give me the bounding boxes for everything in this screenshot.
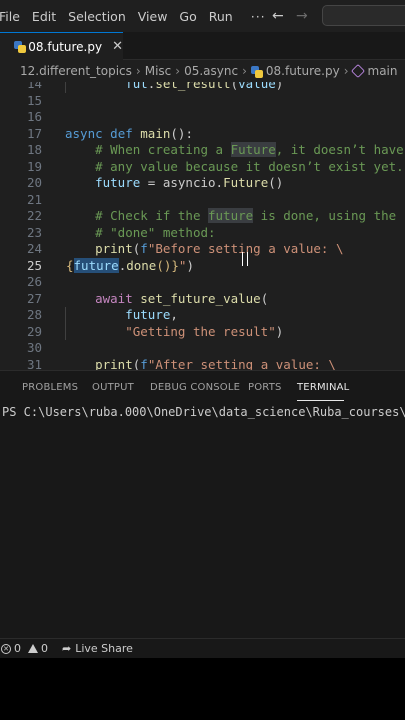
line-number: 15 [26, 92, 42, 108]
close-icon[interactable]: ✕ [112, 39, 123, 54]
tab-debug-console[interactable]: DEBUG CONSOLE [150, 382, 240, 393]
code-text: async def main(): [65, 125, 193, 141]
code-line[interactable]: 27 await set_future_value( [0, 291, 405, 308]
terminal-prompt[interactable]: PS C:\Users\ruba.000\OneDrive\data_scien… [2, 405, 405, 419]
code-text: # When creating a Future, it doesn’t hav… [95, 142, 404, 157]
code-line[interactable]: 16 [0, 109, 405, 126]
line-number: 17 [26, 125, 42, 141]
line-number: 25 [26, 257, 42, 273]
command-center-search[interactable] [322, 5, 405, 26]
letterbox-bottom [0, 658, 405, 720]
menu-edit[interactable]: Edit [32, 9, 64, 24]
code-editor[interactable]: 14 fut.set_result(value) 15 16 17 async def … [0, 82, 405, 370]
active-tab-indicator [297, 400, 344, 401]
line-number: 24 [26, 241, 42, 256]
chevron-right-icon: › [343, 64, 349, 78]
code-line[interactable]: 17 async def main(): [0, 126, 405, 143]
tab-ports[interactable]: PORTS [248, 382, 282, 393]
chevron-right-icon: › [175, 64, 181, 78]
arrow-right-icon[interactable]: → [296, 8, 308, 24]
tab-output[interactable]: OUTPUT [92, 382, 134, 393]
line-number: 19 [26, 158, 42, 174]
code-text: # any value because it doesn’t exist yet… [95, 158, 404, 174]
live-share-icon: ➦ [62, 642, 72, 655]
bottom-panel: PROBLEMS OUTPUT DEBUG CONSOLE PORTS TERM… [0, 370, 405, 638]
problems-status[interactable]: ✕ 0 0 [1, 642, 48, 655]
text-cursor-icon [242, 252, 248, 266]
code-line[interactable]: 31 print(f"After setting a value: \ [0, 357, 405, 371]
arrow-left-icon[interactable]: ← [272, 8, 284, 24]
line-number: 26 [26, 274, 42, 289]
line-number: 23 [26, 224, 42, 240]
code-line[interactable]: 22 # Check if the future is done, using … [0, 208, 405, 225]
code-text: # "done" method: [95, 224, 216, 240]
code-line[interactable]: 29 "Getting the result") [0, 323, 405, 340]
error-icon: ✕ [1, 643, 11, 654]
chevron-right-icon: › [242, 64, 247, 78]
code-line[interactable]: 25 {future.done()}") [0, 257, 405, 275]
symbol-method-icon [350, 63, 365, 79]
code-text: future, [125, 307, 178, 322]
code-line[interactable]: 19 # any value because it doesn’t exist … [0, 159, 405, 176]
chevron-right-icon: › [135, 64, 141, 78]
line-number: 27 [26, 290, 42, 306]
live-share-label: Live Share [75, 642, 133, 655]
warning-count: 0 [41, 642, 48, 655]
code-text: "Getting the result") [125, 323, 284, 339]
code-line[interactable]: 15 [0, 93, 405, 110]
warning-icon [28, 644, 38, 653]
code-text: await set_future_value( [95, 290, 269, 306]
line-number: 18 [26, 142, 42, 157]
line-number: 20 [26, 175, 42, 190]
menu-go[interactable]: Go [179, 9, 204, 24]
editor-tab-bar: 08.future.py ✕ [0, 32, 405, 60]
line-number: 14 [26, 82, 42, 91]
code-line[interactable]: 20 future = asyncio.Future() [0, 175, 405, 192]
menu-view[interactable]: View [138, 9, 176, 24]
panel-tabs: PROBLEMS OUTPUT DEBUG CONSOLE PORTS TERM… [0, 371, 405, 403]
code-line[interactable]: 26 [0, 274, 405, 291]
line-number: 28 [26, 307, 42, 322]
code-text: future = asyncio.Future() [95, 175, 284, 190]
code-line[interactable]: 14 fut.set_result(value) [0, 82, 405, 93]
tab-label: 08.future.py [28, 39, 103, 54]
line-number: 21 [26, 191, 42, 207]
code-line[interactable]: 30 [0, 340, 405, 357]
live-share-button[interactable]: ➦ Live Share [48, 642, 133, 655]
breadcrumb-folder[interactable]: Misc [145, 64, 172, 78]
menu-bar: File Edit Selection View Go Run ··· ← → [0, 0, 405, 32]
code-line[interactable]: 24 print(f"Before setting a value: \ [0, 241, 405, 258]
line-number: 22 [26, 208, 42, 223]
code-text: print(f"Before setting a value: \ [95, 241, 344, 256]
menu-selection[interactable]: Selection [68, 9, 134, 24]
code-line[interactable]: 21 [0, 192, 405, 209]
code-line[interactable]: 23 # "done" method: [0, 225, 405, 242]
line-number: 16 [26, 109, 42, 124]
python-file-icon [250, 65, 263, 78]
code-text: print(f"After setting a value: \ [95, 356, 336, 371]
error-count: 0 [14, 642, 21, 655]
menu-run[interactable]: Run [209, 9, 241, 24]
tab-08-future-py[interactable]: 08.future.py ✕ [0, 32, 123, 60]
code-text: # Check if the future is done, using the [95, 208, 397, 223]
code-line[interactable]: 28 future, [0, 307, 405, 324]
line-number: 31 [26, 356, 42, 371]
line-number: 30 [26, 340, 42, 355]
more-menu-icon[interactable]: ··· [251, 9, 274, 24]
breadcrumb-file[interactable]: 08.future.py [266, 64, 340, 78]
python-file-icon [14, 40, 27, 53]
breadcrumb-symbol[interactable]: main [368, 64, 398, 78]
tab-problems[interactable]: PROBLEMS [22, 382, 78, 393]
code-text: {future.done()}") [66, 257, 194, 273]
line-number: 29 [26, 323, 42, 339]
code-line[interactable]: 18 # When creating a Future, it doesn’t … [0, 142, 405, 159]
tab-terminal[interactable]: TERMINAL [297, 382, 349, 393]
breadcrumb-folder[interactable]: 12.different_topics [20, 64, 132, 78]
breadcrumb: 12.different_topics › Misc › 05.async › … [0, 60, 405, 82]
menu-file[interactable]: File [0, 9, 28, 24]
status-bar: ✕ 0 0 ➦ Live Share [0, 638, 405, 658]
code-text: fut.set_result(value) [125, 82, 284, 91]
breadcrumb-folder[interactable]: 05.async [184, 64, 238, 78]
